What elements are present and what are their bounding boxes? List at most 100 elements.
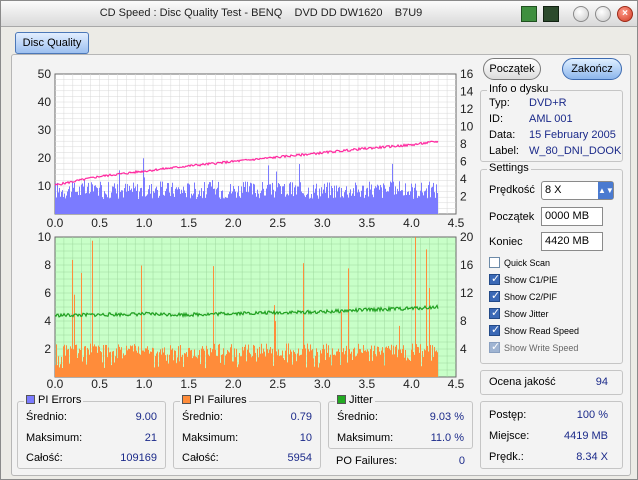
checkbox-box[interactable] [489, 289, 500, 302]
pi-error-bar [149, 185, 150, 214]
jitter-max: 11.0 % [430, 432, 464, 444]
pi-failure-bar [329, 357, 330, 377]
pi-failure-bar [234, 348, 235, 377]
pi-failure-bar [418, 347, 419, 377]
pi-error-bar [203, 191, 204, 214]
pi-failure-bar [109, 352, 110, 377]
pi-failure-bar [215, 349, 216, 377]
start-button[interactable]: Początek [483, 58, 541, 80]
pi-failure-bar [309, 351, 310, 377]
pi-failure-bar [349, 349, 350, 377]
pi-error-bar [359, 192, 360, 214]
pi-failure-bar [428, 351, 429, 377]
checkbox-box[interactable] [489, 306, 500, 319]
stop-button[interactable]: Zakończ [562, 58, 622, 80]
close-icon[interactable]: × [617, 6, 633, 22]
speed-select[interactable]: 8 X ▲▼ [541, 181, 614, 200]
start-input[interactable]: 0000 MB [541, 207, 603, 226]
pi-failure-bar [355, 356, 356, 377]
pi-error-bar [329, 182, 330, 214]
checkbox-show-c2-pif[interactable]: Show C2/PIF [489, 289, 557, 302]
pi-error-bar [171, 186, 172, 214]
pi-error-bar [367, 187, 368, 214]
pi-failures-title: PI Failures [194, 394, 247, 406]
checkbox-quick-scan[interactable]: Quick Scan [489, 257, 550, 268]
pi-error-bar [169, 192, 170, 214]
pi-failure-bar [235, 357, 236, 377]
pi-error-bar [72, 181, 73, 214]
pi-error-bar [366, 188, 367, 214]
pi-failure-bar [285, 350, 286, 377]
pi-failure-bar [118, 344, 119, 377]
pi-failure-bar [263, 348, 264, 377]
pi-failure-bar [397, 357, 398, 377]
pi-error-bar [56, 197, 57, 214]
pi-error-bar [130, 190, 131, 214]
pi-error-bar [221, 191, 222, 214]
minimize-icon[interactable] [573, 6, 589, 22]
pi-failure-bar [144, 351, 145, 377]
tab-disc-quality[interactable]: Disc Quality [15, 32, 89, 54]
y2-tick-label: 10 [460, 120, 474, 134]
pi-error-bar [272, 182, 273, 214]
pi-error-bar [239, 196, 240, 214]
window-option2-icon[interactable] [543, 6, 559, 22]
pi-failure-bar [127, 350, 128, 377]
pi-error-bar [304, 195, 305, 214]
end-input[interactable]: 4420 MB [541, 232, 603, 251]
pi-error-bar [398, 191, 399, 214]
pi-failure-bar [356, 355, 357, 377]
pi-error-bar [288, 195, 289, 214]
pi-failure-bar [159, 352, 160, 377]
pi-error-bar [219, 197, 220, 214]
checkbox-box[interactable] [489, 257, 500, 268]
pi-failure-bar [95, 346, 96, 377]
maximize-icon[interactable] [595, 6, 611, 22]
checkbox-box[interactable] [489, 272, 500, 285]
pi-error-bar [330, 195, 331, 214]
window-option-icon[interactable] [521, 6, 537, 22]
checkbox-show-c1-pie[interactable]: Show C1/PIE [489, 272, 558, 285]
pi-error-bar [142, 196, 143, 214]
pi-error-bar [100, 181, 101, 214]
pi-error-bar [147, 194, 148, 214]
pi-failure-bar [88, 349, 89, 377]
pi-error-bar [431, 187, 432, 214]
pi-failure-bar [181, 356, 182, 377]
x-tick-label: 0.0 [47, 216, 64, 230]
pi-error-bar [157, 190, 158, 214]
pi-failure-bar [70, 346, 71, 377]
y-tick-label: 10 [38, 230, 52, 244]
pi-error-bar [409, 194, 410, 214]
speed-label: Prędkość [489, 184, 535, 196]
pi-failure-bar [293, 350, 294, 377]
pi-errors-max-label: Maksimum: [26, 432, 83, 444]
pi-error-bar [266, 188, 267, 214]
pi-failure-bar [363, 345, 364, 377]
pi-failure-bar [83, 357, 84, 377]
pi-error-bar [260, 193, 261, 214]
pi-error-bar [196, 198, 197, 214]
pi-error-bar [109, 198, 110, 214]
pi-error-bar [178, 187, 179, 214]
pi-failure-bar [164, 347, 165, 377]
pi-error-bar [315, 188, 316, 214]
pi-failure-bar [262, 353, 263, 377]
checkbox-show-write-speed[interactable]: Show Write Speed [489, 340, 578, 353]
checkbox-show-jitter[interactable]: Show Jitter [489, 306, 549, 319]
pi-failure-bar [278, 349, 279, 377]
pi-error-bar [283, 186, 284, 214]
checkbox-box[interactable] [489, 323, 500, 336]
checkbox-box[interactable] [489, 340, 500, 353]
pi-failure-bar [326, 343, 327, 377]
pi-failure-bar [180, 345, 181, 377]
pi-failure-bar [72, 259, 73, 377]
pi-error-bar [279, 184, 280, 214]
checkbox-show-read-speed[interactable]: Show Read Speed [489, 323, 579, 336]
pi-error-bar [112, 186, 113, 214]
pi-failure-bar [219, 343, 220, 377]
pi-error-bar [125, 183, 126, 214]
pi-error-bar [392, 163, 393, 214]
pi-failure-bar [417, 347, 418, 377]
pi-failure-bar [289, 354, 290, 377]
